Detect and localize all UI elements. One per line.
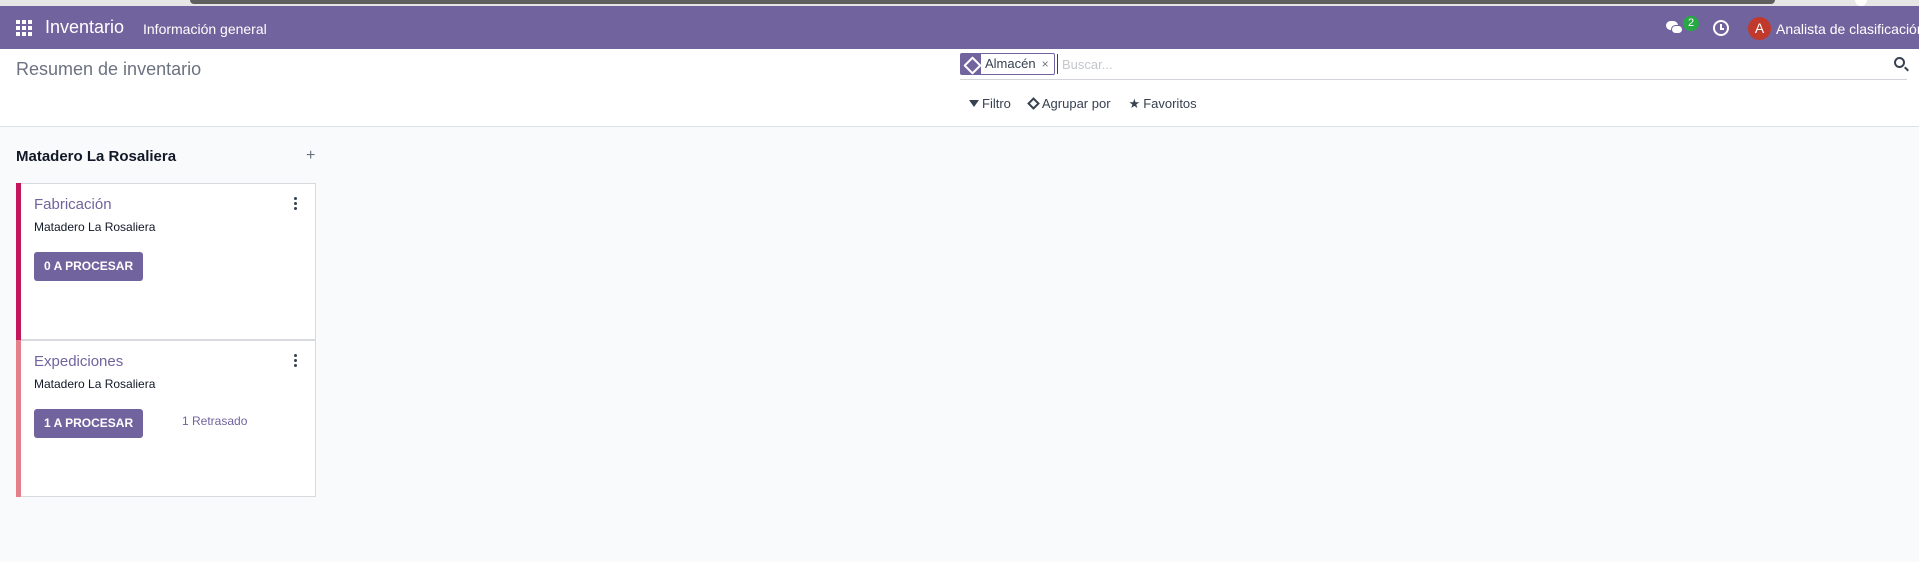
facet-remove-icon[interactable]: × [1040, 54, 1054, 74]
filter-button[interactable]: Filtro [969, 96, 1011, 111]
star-icon: ★ [1128, 96, 1141, 111]
clock-icon[interactable] [1713, 20, 1729, 36]
search-input[interactable] [1057, 54, 1837, 74]
to-process-button[interactable]: 0 A PROCESAR [34, 252, 144, 281]
app-name[interactable]: Inventario [45, 17, 124, 38]
search-bar: Almacén × [960, 53, 1907, 80]
card-warehouse: Matadero La Rosaliera [34, 220, 156, 234]
group-by-label: Agrupar por [1041, 96, 1111, 111]
search-options: Filtro Agrupar por ★ Favoritos [969, 96, 1197, 111]
card-color-stripe [16, 340, 21, 497]
filter-label: Filtro [982, 96, 1011, 111]
page-title: Resumen de inventario [16, 59, 202, 79]
to-process-button[interactable]: 1 A PROCESAR [34, 409, 144, 438]
search-facet: Almacén × [960, 53, 1055, 75]
late-link[interactable]: 1 Retrasado [182, 414, 247, 428]
browser-address-bar [190, 0, 1775, 4]
search-icon[interactable] [1894, 57, 1905, 68]
card-menu-icon[interactable] [294, 197, 298, 211]
card-color-stripe [16, 183, 21, 340]
chat-icon[interactable] [1666, 21, 1683, 34]
kanban-group-title: Matadero La Rosaliera [16, 148, 177, 165]
card-warehouse: Matadero La Rosaliera [34, 377, 156, 391]
avatar[interactable]: A [1748, 17, 1771, 40]
favorites-label: Favoritos [1143, 96, 1197, 111]
messages-count-badge: 2 [1683, 16, 1699, 31]
card-menu-icon[interactable] [294, 354, 298, 368]
add-record-icon[interactable]: + [306, 147, 315, 165]
top-navbar: Inventario Información general 2 A Anali… [0, 6, 1919, 49]
favorites-button[interactable]: ★ Favoritos [1129, 96, 1197, 111]
group-by-button[interactable]: Agrupar por [1027, 96, 1111, 111]
facet-label: Almacén [985, 56, 1036, 71]
kanban-card-manufacturing[interactable]: Fabricación Matadero La Rosaliera 0 A PR… [16, 183, 316, 340]
kanban-card-shipments[interactable]: Expediciones Matadero La Rosaliera 1 A P… [16, 340, 316, 497]
user-menu[interactable]: Analista de clasificación [1776, 21, 1919, 37]
layers-icon [1027, 97, 1040, 110]
apps-grid-icon[interactable] [16, 20, 32, 36]
card-title[interactable]: Expediciones [34, 353, 123, 370]
menu-item-overview[interactable]: Información general [143, 21, 267, 37]
layers-icon [961, 54, 981, 74]
funnel-icon [969, 100, 979, 107]
card-title[interactable]: Fabricación [34, 196, 112, 213]
control-panel: Resumen de inventario Almacén × Filtro A… [0, 49, 1919, 127]
